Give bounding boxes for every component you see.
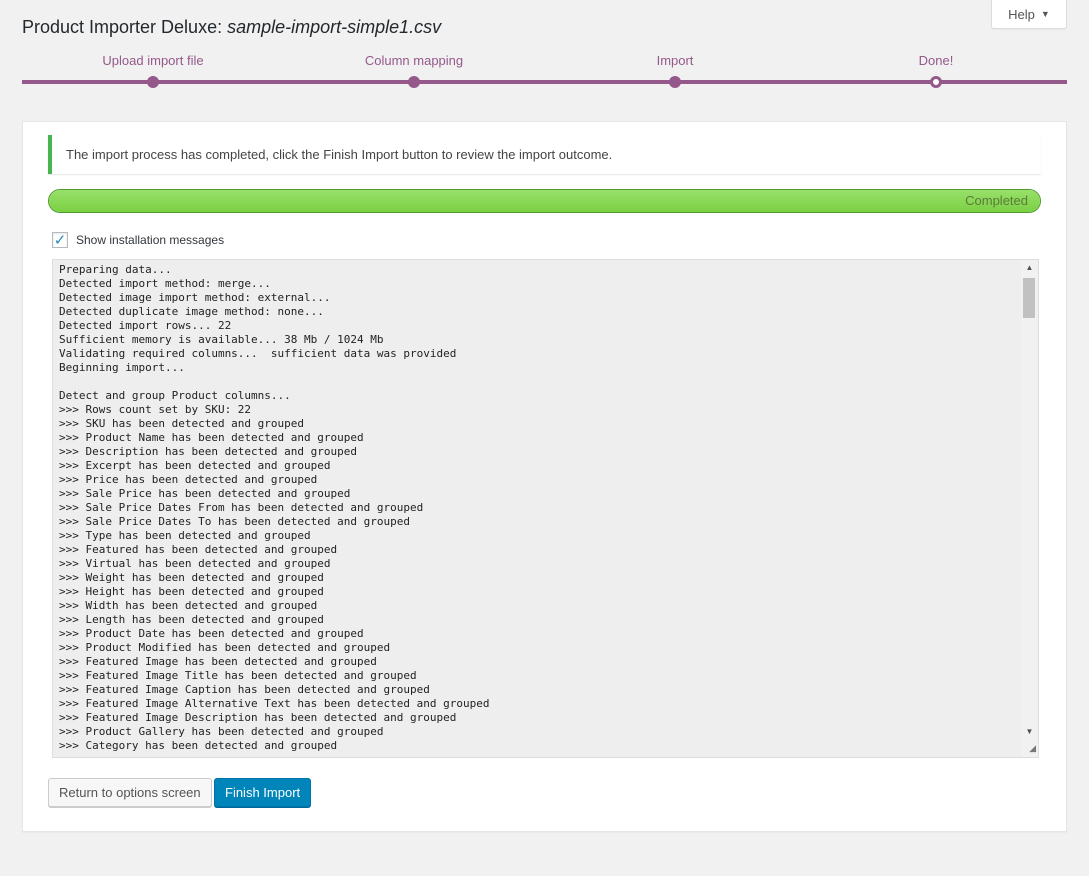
show-messages-checkbox[interactable]: ✓: [52, 232, 68, 248]
return-to-options-button[interactable]: Return to options screen: [48, 778, 212, 807]
step-done: Done!: [836, 52, 1036, 88]
install-messages-log[interactable]: Preparing data... Detected import method…: [52, 259, 1039, 758]
checkmark-icon: ✓: [53, 231, 67, 249]
import-panel: The import process has completed, click …: [22, 121, 1067, 832]
step-import: Import: [575, 52, 775, 88]
progress-fill: [49, 190, 1040, 212]
success-notice: The import process has completed, click …: [48, 135, 1041, 174]
help-label: Help: [1008, 6, 1035, 22]
page-title: Product Importer Deluxe: sample-import-s…: [22, 16, 441, 39]
steps-track: [22, 80, 1067, 84]
progress-bar: Completed: [48, 189, 1041, 213]
finish-import-button[interactable]: Finish Import: [214, 778, 312, 807]
progress-label: Completed: [965, 193, 1028, 208]
import-steps: Upload import file Column mapping Import…: [22, 52, 1067, 92]
step-upload: Upload import file: [53, 52, 253, 88]
step-label: Column mapping: [364, 53, 464, 68]
log-scrollbar[interactable]: ▲ ▼: [1021, 260, 1038, 757]
step-dot: [147, 76, 159, 88]
show-messages-toggle[interactable]: ✓ Show installation messages: [52, 232, 224, 248]
step-label: Upload import file: [102, 53, 204, 68]
step-dot: [669, 76, 681, 88]
step-column-mapping: Column mapping: [314, 52, 514, 88]
resize-grip-icon[interactable]: ◢: [1021, 740, 1038, 757]
import-filename: sample-import-simple1.csv: [227, 17, 442, 37]
show-messages-label: Show installation messages: [76, 233, 225, 247]
caret-down-icon: ▼: [1040, 9, 1050, 19]
step-dot: [408, 76, 420, 88]
notice-text: The import process has completed, click …: [66, 147, 613, 162]
arrow-down-icon[interactable]: ▼: [1021, 724, 1038, 740]
log-text: Preparing data... Detected import method…: [59, 263, 490, 752]
step-label: Import: [656, 53, 694, 68]
arrow-up-icon[interactable]: ▲: [1021, 260, 1038, 276]
page-title-prefix: Product Importer Deluxe:: [22, 17, 228, 37]
step-dot-current: [930, 76, 942, 88]
scrollbar-thumb[interactable]: [1023, 278, 1035, 318]
step-label: Done!: [918, 53, 954, 68]
help-tab-button[interactable]: Help ▼: [991, 0, 1067, 29]
